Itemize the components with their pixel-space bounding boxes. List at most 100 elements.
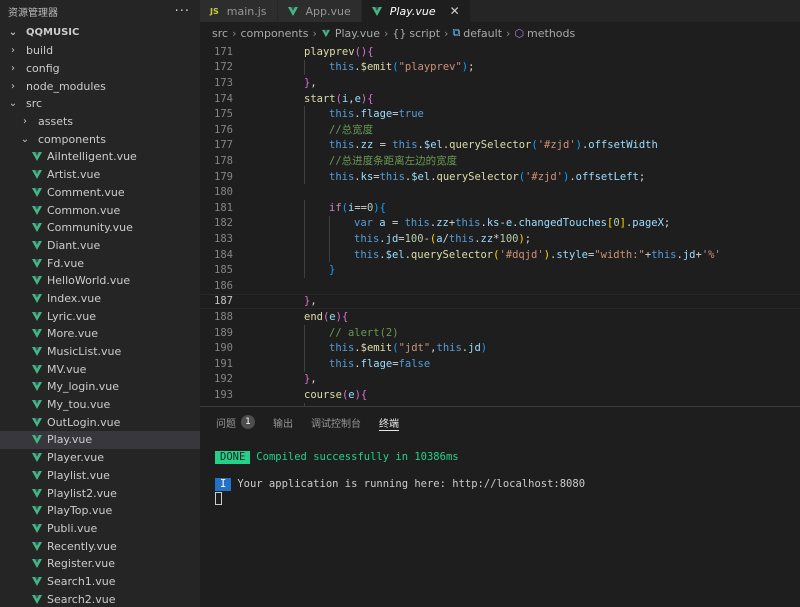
tab-play-vue[interactable]: Play.vue ✕ [361,0,471,22]
tab-app-vue[interactable]: App.vue [277,0,362,22]
code-token: changedTouches [518,217,607,230]
code-token: $el [423,139,443,152]
file-item[interactable]: Register.vue [0,555,200,573]
breadcrumb-methods[interactable]: methods [527,27,575,40]
code-line: 174 start(i,e){ [200,91,800,107]
file-item[interactable]: Community.vue [0,219,200,237]
file-item[interactable]: Publi.vue [0,520,200,538]
code-editor[interactable]: 171 playprev(){172 this.$emit("playprev");… [200,44,800,406]
folder-item[interactable]: › assets [0,113,200,131]
breadcrumb-components[interactable]: components [240,27,308,40]
code-line: 185} [200,262,800,278]
file-item[interactable]: My_tou.vue [0,396,200,414]
code-text: // alert(2) [329,327,399,339]
code-token: , [310,373,317,386]
tab-label: main.js [226,4,267,18]
folder-item[interactable]: › config [0,60,200,78]
line-number: 179 [214,170,233,183]
file-item[interactable]: AiIntelligent.vue [0,148,200,166]
code-token: querySelector [410,248,494,261]
code-line: 178 //总进度条距离左边的宽度 [200,153,800,169]
file-item[interactable]: Index.vue [0,290,200,308]
code-token: this [448,232,475,245]
indent-guide [329,246,330,263]
vue-file-icon [32,576,42,586]
file-item[interactable]: OutLogin.vue [0,413,200,431]
file-item[interactable]: Playlist.vue [0,467,200,485]
project-section[interactable]: ⌄ QQMUSIC [0,22,200,42]
code-line: 176 //总宽度 [200,122,800,138]
file-label: Index.vue [47,291,102,305]
file-item[interactable]: HelloWorld.vue [0,272,200,290]
panel-tab[interactable]: 调试控制台 [311,407,361,437]
breadcrumb-file[interactable]: Play.vue [335,27,380,40]
code-token: = [385,217,405,230]
folder-item[interactable]: › build [0,42,200,60]
code-token: style [556,248,588,261]
line-number: 190 [214,342,233,355]
tab-main-js[interactable]: JS main.js [200,0,278,22]
file-item[interactable]: Search1.vue [0,573,200,591]
file-item[interactable]: PlayTop.vue [0,502,200,520]
folder-item[interactable]: ⌄ components [0,130,200,148]
explorer-title: 资源管理器 [8,7,58,19]
file-label: config [26,62,60,76]
line-number: 187 [214,295,233,308]
more-actions-icon[interactable]: ··· [175,4,190,19]
breadcrumb-script[interactable]: script [409,27,440,40]
code-token: ks [360,170,374,183]
line-number: 178 [214,154,233,167]
file-item[interactable]: MusicList.vue [0,343,200,361]
code-text: //总进度条距离左边的宽度 [329,153,457,168]
code-text: this.flage=false [329,358,430,370]
file-item[interactable]: MV.vue [0,360,200,378]
file-item[interactable]: Artist.vue [0,166,200,184]
folder-item[interactable]: › node_modules [0,77,200,95]
vue-file-icon [32,382,42,392]
file-item[interactable]: Recently.vue [0,537,200,555]
code-token: ; [663,217,671,230]
file-label: Player.vue [47,451,104,465]
folder-item[interactable]: ⌄ src [0,95,200,113]
vue-file-icon [32,523,42,533]
file-label: Publi.vue [47,521,98,535]
code-line: 180 [200,184,800,200]
code-token: zz [436,217,449,230]
code-token: zz [360,139,374,152]
file-item[interactable]: More.vue [0,325,200,343]
code-token: $el [411,170,431,183]
breadcrumb-default[interactable]: default [463,27,502,40]
line-number: 182 [214,217,233,230]
panel-tab[interactable]: 终端 [379,407,399,437]
file-item[interactable]: Playlist2.vue [0,484,200,502]
file-item[interactable]: Diant.vue [0,237,200,255]
code-line: 187}, [200,293,800,310]
chevron-right-icon: › [11,80,15,92]
line-number: 192 [214,373,233,386]
file-item[interactable]: Fd.vue [0,254,200,272]
vue-file-icon [32,488,42,498]
terminal-line-info: I Your application is running here: http… [215,477,585,491]
file-item[interactable]: Common.vue [0,201,200,219]
file-item[interactable]: Comment.vue [0,184,200,202]
code-line: 191 this.flage=false [200,356,800,372]
file-item[interactable]: Player.vue [0,449,200,467]
code-token: == [354,201,367,214]
file-item[interactable]: My_login.vue [0,378,200,396]
line-number: 173 [214,76,233,89]
indent-guide [304,262,305,278]
close-icon[interactable]: ✕ [450,4,460,18]
info-badge: I [215,477,232,491]
file-item[interactable]: Play.vue [0,431,200,449]
file-item[interactable]: Search2.vue [0,590,200,607]
code-token: this [354,232,380,245]
breadcrumb-src[interactable]: src [212,27,228,40]
code-token: ks [486,217,500,230]
code-line: 182 var a = this.zz+this.ks-e.changedTouc… [200,215,800,232]
code-token: querySelector [449,139,532,152]
chevron-right-icon: › [11,63,15,75]
panel-tab[interactable]: 输出 [273,407,293,437]
file-item[interactable]: Lyric.vue [0,307,200,325]
terminal[interactable]: DONE Compiled successfully in 10386ms I … [200,437,800,505]
panel-tab[interactable]: 问题 1 [216,407,255,437]
